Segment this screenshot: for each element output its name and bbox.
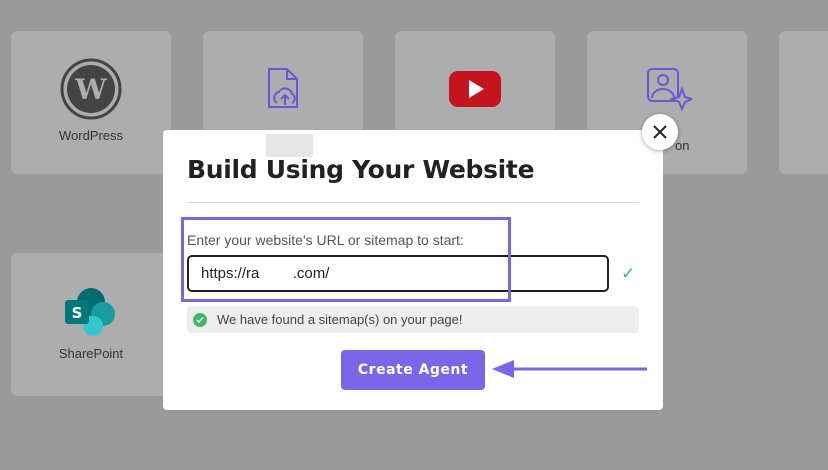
success-check-icon <box>193 312 207 327</box>
svg-text:W: W <box>74 73 107 106</box>
wordpress-icon: W <box>60 58 122 120</box>
pointer-arrow-icon <box>492 360 647 378</box>
valid-check-icon: ✓ <box>621 264 636 283</box>
card-sharepoint[interactable]: S SharePoint <box>11 253 171 396</box>
card-partial[interactable] <box>779 31 828 174</box>
create-agent-button[interactable]: Create Agent <box>341 350 485 390</box>
modal-title: Build Using Your Website <box>187 155 535 184</box>
close-modal-button[interactable] <box>642 114 678 150</box>
file-upload-icon <box>268 68 298 108</box>
sitemap-found-status: We have found a sitemap(s) on your page! <box>187 306 639 333</box>
card-label-wordpress: WordPress <box>58 128 124 143</box>
url-input[interactable] <box>187 255 609 292</box>
image-sparkle-icon <box>647 68 692 112</box>
card-label-image: on <box>675 138 690 153</box>
url-label: Enter your website's URL or sitemap to s… <box>187 232 464 248</box>
modal-divider <box>187 202 639 203</box>
close-icon <box>653 125 667 139</box>
svg-text:S: S <box>72 304 83 322</box>
youtube-icon <box>449 71 501 107</box>
status-message: We have found a sitemap(s) on your page! <box>217 312 463 327</box>
sharepoint-icon: S <box>65 288 115 336</box>
card-label-sharepoint: SharePoint <box>58 346 124 361</box>
card-wordpress[interactable]: W WordPress <box>11 31 171 174</box>
